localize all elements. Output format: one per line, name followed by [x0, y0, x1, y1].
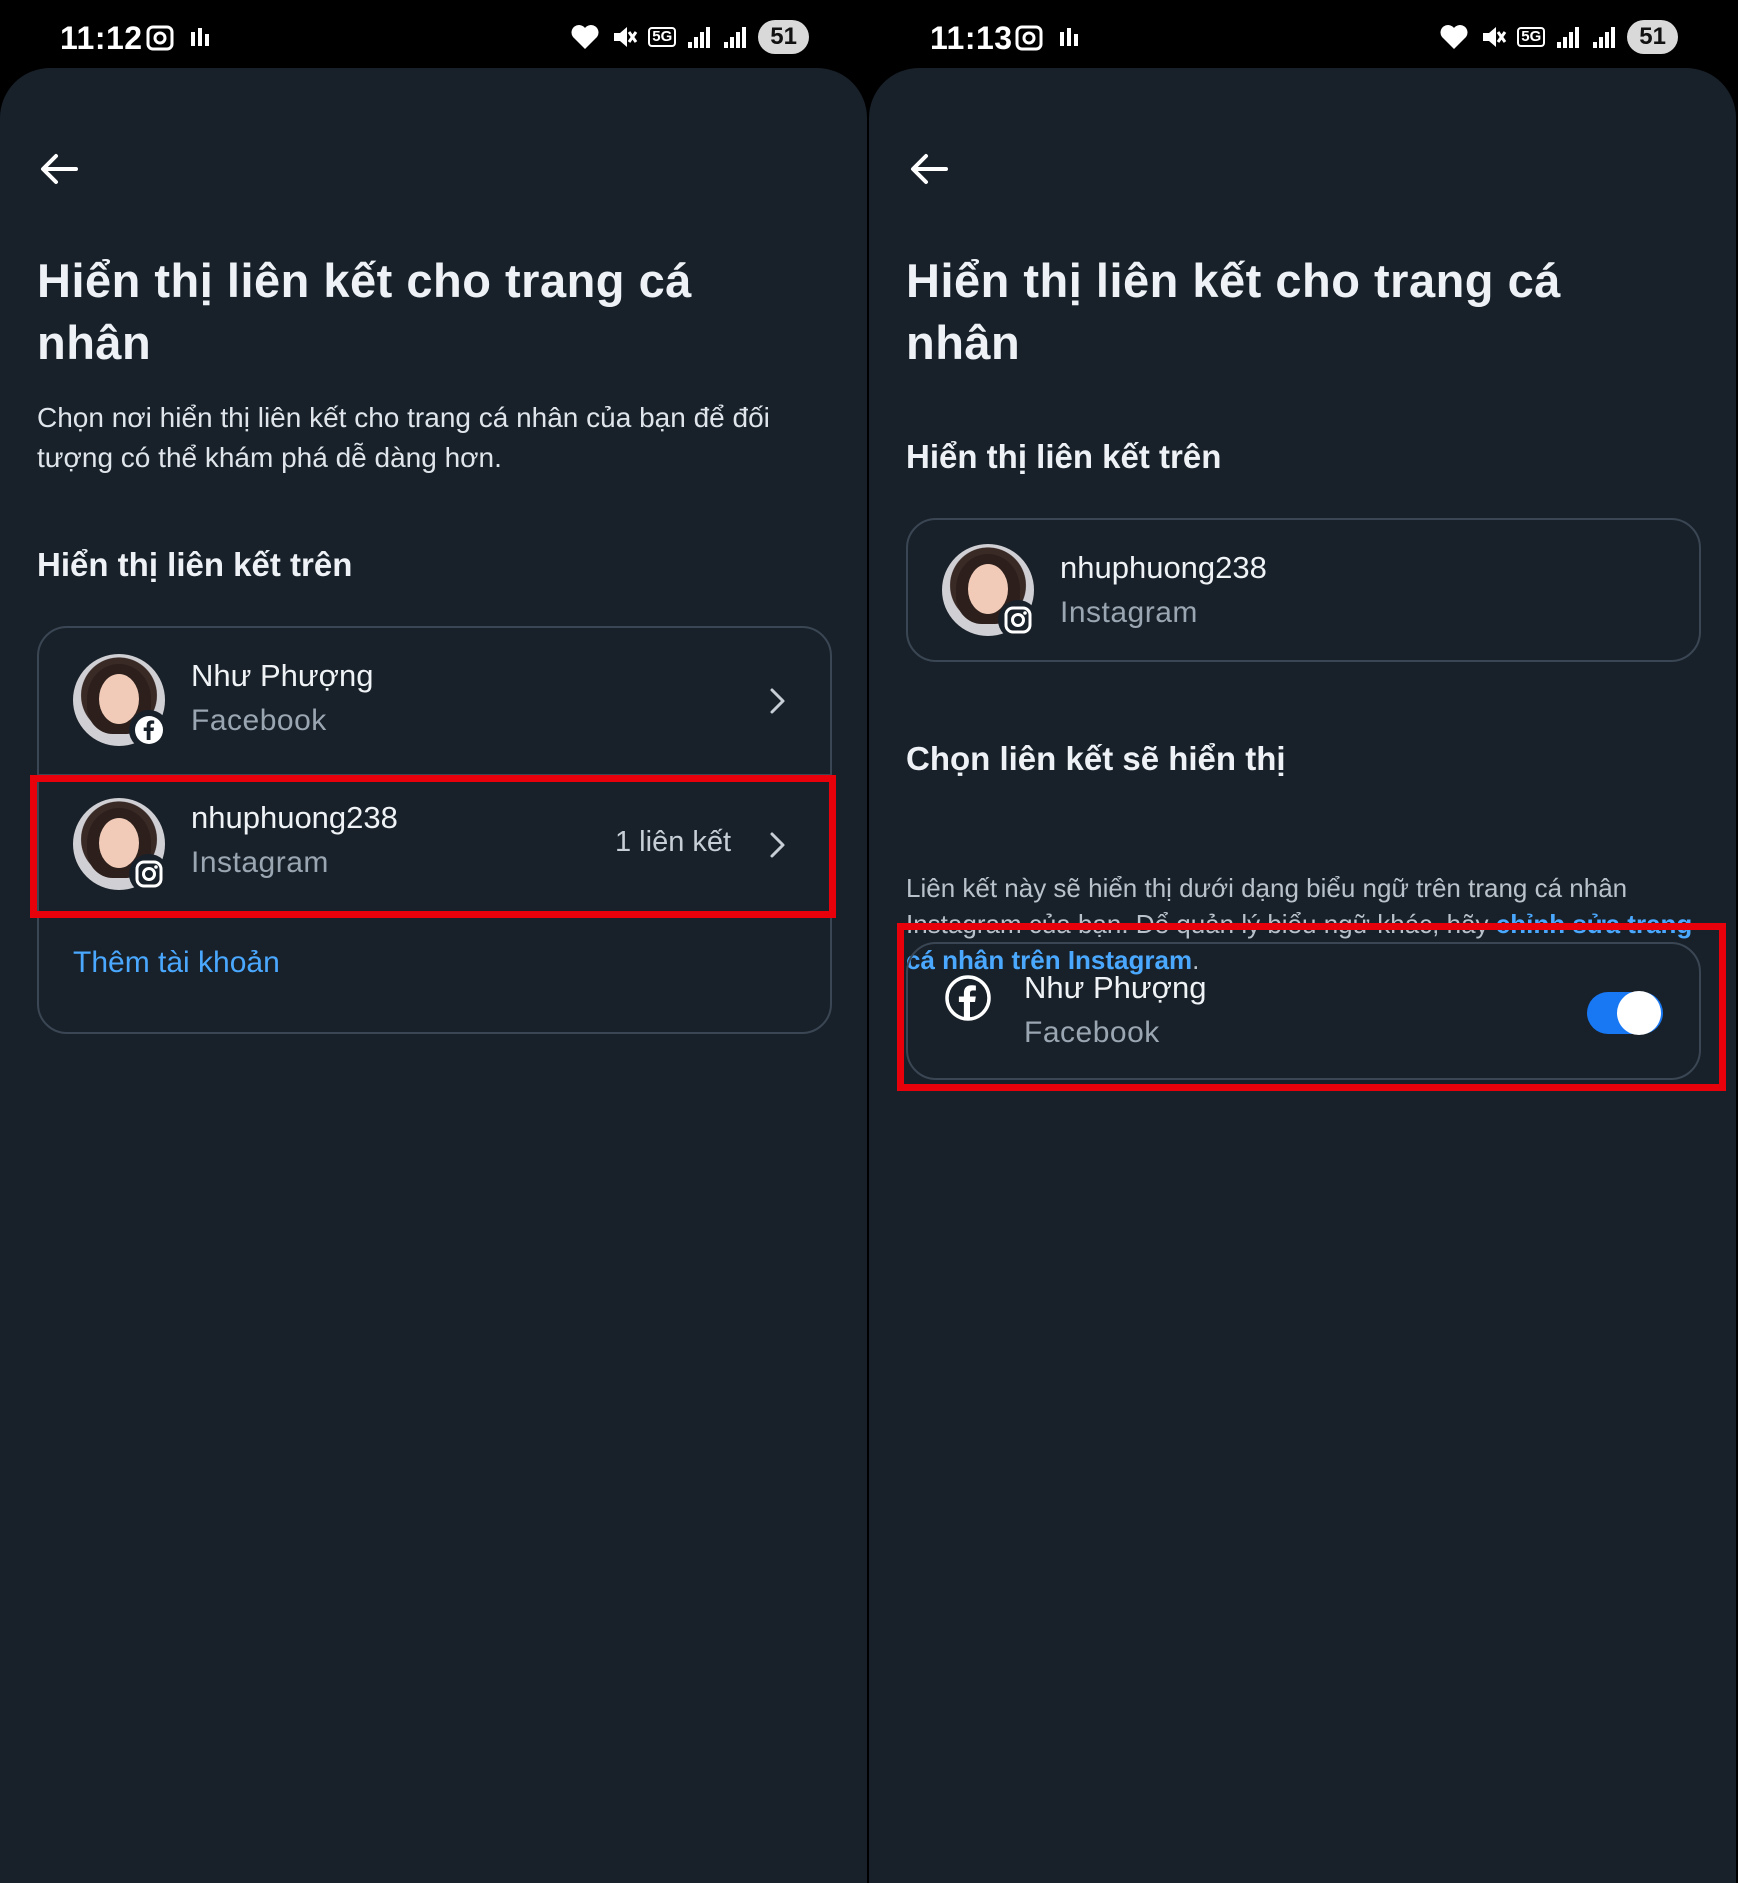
page-title: Hiển thị liên kết cho trang cá nhân	[37, 254, 692, 369]
network-badge: 5G	[1517, 27, 1546, 47]
toggle-knob	[1617, 991, 1661, 1035]
back-arrow-icon[interactable]	[36, 146, 82, 192]
add-account-link[interactable]: Thêm tài khoản	[73, 946, 280, 980]
link-count: 1 liên kết	[615, 826, 732, 858]
account-platform: Facebook	[191, 704, 327, 737]
account-name: nhuphuong238	[191, 800, 398, 835]
account-row-facebook[interactable]: Như Phượng Facebook	[39, 628, 830, 774]
status-time: 11:12	[60, 20, 143, 56]
settings-sheet: Hiển thị liên kết cho trang cá nhân Hiển…	[869, 68, 1736, 1883]
back-arrow-icon[interactable]	[906, 146, 952, 192]
link-option-card: Như Phượng Facebook	[906, 942, 1701, 1080]
account-name: nhuphuong238	[1060, 550, 1267, 585]
status-time: 11:13	[930, 20, 1013, 56]
sim-icon	[1060, 28, 1078, 46]
signal-icon	[1593, 27, 1616, 48]
screen-right: 11:13 5G 51 Hiển thị liên kết cho trang …	[869, 0, 1736, 1883]
heart-icon	[1440, 25, 1468, 49]
avatar	[73, 798, 169, 894]
account-platform: Instagram	[191, 846, 329, 879]
link-option-name: Như Phượng	[1024, 970, 1207, 1005]
instagram-icon	[129, 854, 169, 894]
signal-icon	[1557, 27, 1580, 48]
screen-left: 11:12 5G 51 Hiển thị liên kết cho trang …	[0, 0, 867, 1883]
facebook-icon	[945, 975, 991, 1021]
avatar	[942, 544, 1038, 640]
chevron-right-icon	[770, 688, 785, 714]
chevron-right-icon	[770, 832, 785, 858]
mute-icon	[614, 27, 638, 47]
show-link-toggle[interactable]	[1587, 991, 1663, 1035]
section-heading: Hiển thị liên kết trên	[37, 546, 353, 583]
status-bar: 11:13 5G 51	[869, 0, 1736, 70]
heart-icon	[571, 25, 599, 49]
link-option-platform: Facebook	[1024, 1016, 1160, 1049]
instagram-icon	[998, 600, 1038, 640]
status-bar: 11:12 5G 51	[0, 0, 867, 70]
settings-sheet: Hiển thị liên kết cho trang cá nhân Chọn…	[0, 68, 867, 1883]
avatar	[73, 654, 169, 750]
network-badge: 5G	[648, 27, 677, 47]
facebook-icon	[129, 710, 169, 750]
account-name: Như Phượng	[191, 658, 374, 693]
account-platform: Instagram	[1060, 596, 1198, 629]
screenshot-icon	[146, 25, 174, 51]
accounts-card: Như Phượng Facebook nhuphuong238 Instagr…	[37, 626, 832, 1034]
choose-heading: Chọn liên kết sẽ hiển thị	[906, 740, 1286, 777]
screenshot-icon	[1015, 25, 1043, 51]
battery-indicator: 51	[1627, 20, 1678, 54]
mute-icon	[1483, 27, 1507, 47]
account-card: nhuphuong238 Instagram	[906, 518, 1701, 662]
account-row-instagram[interactable]: nhuphuong238 Instagram 1 liên kết	[39, 776, 830, 916]
sim-icon	[191, 28, 209, 46]
section-heading: Hiển thị liên kết trên	[906, 438, 1222, 475]
battery-indicator: 51	[758, 20, 809, 54]
signal-icon	[688, 27, 711, 48]
signal-icon	[724, 27, 747, 48]
page-subtitle: Chọn nơi hiển thị liên kết cho trang cá …	[37, 402, 770, 473]
page-title: Hiển thị liên kết cho trang cá nhân	[906, 254, 1561, 369]
